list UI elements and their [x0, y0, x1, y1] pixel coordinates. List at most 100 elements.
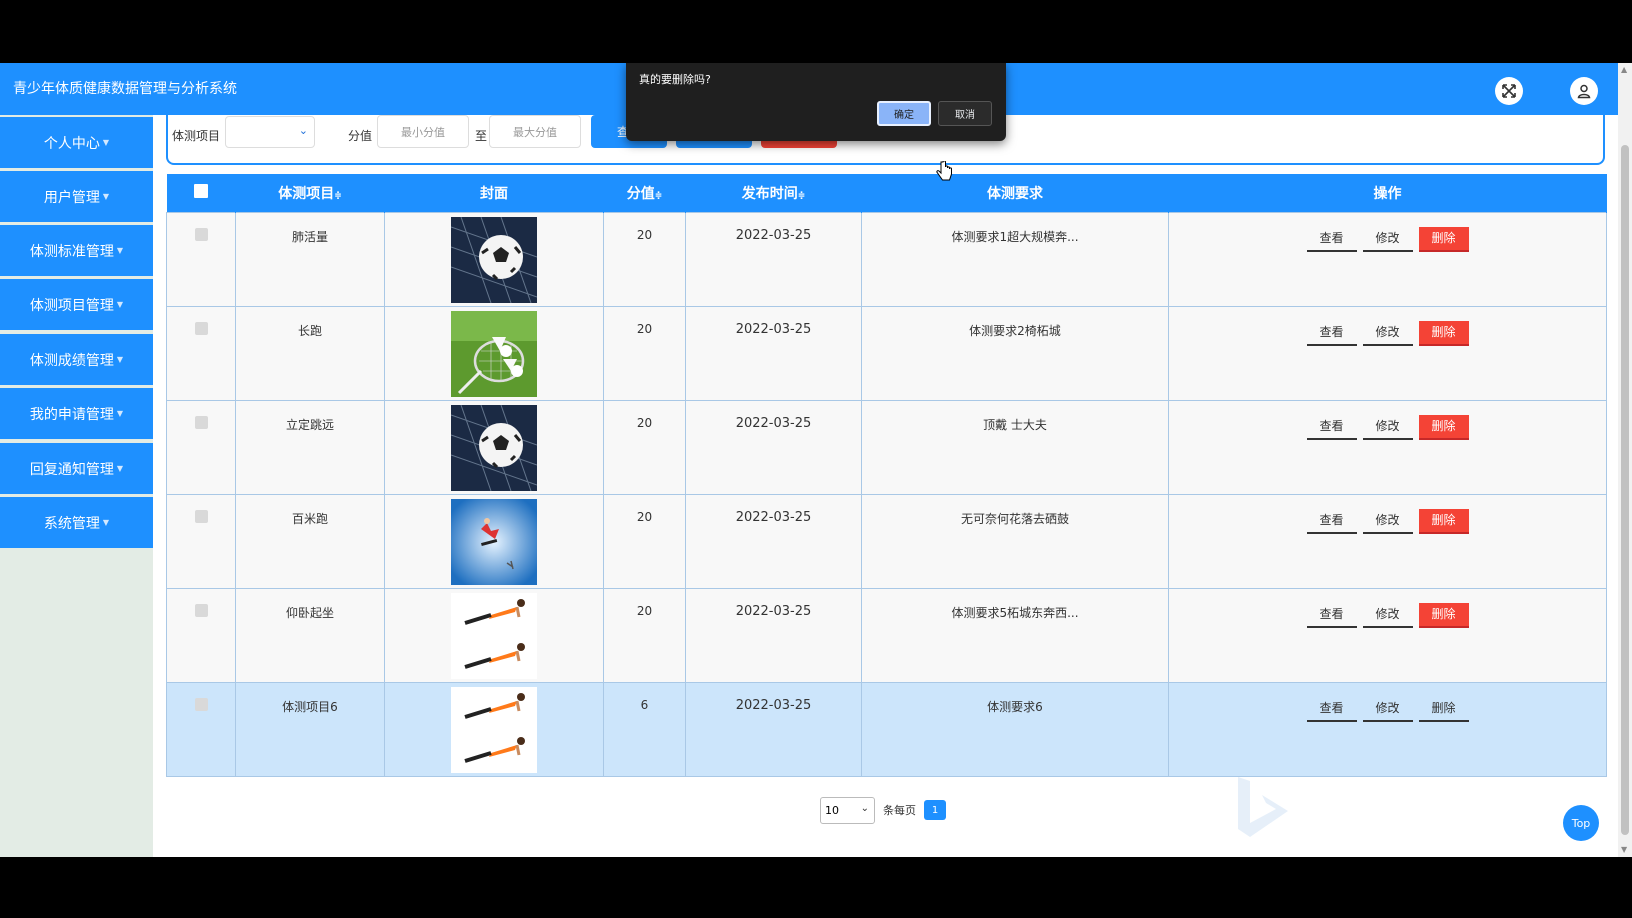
- delete-button[interactable]: 删除: [1418, 320, 1469, 346]
- cover-image[interactable]: [451, 592, 537, 679]
- fullscreen-button[interactable]: [1495, 77, 1523, 105]
- row-checkbox[interactable]: [194, 697, 208, 711]
- delete-button[interactable]: 删除: [1418, 602, 1469, 628]
- project-select[interactable]: ⌄: [225, 116, 315, 148]
- sort-icon: ≑: [654, 190, 663, 201]
- cell-ops: 查看 修改 删除: [1168, 587, 1607, 683]
- caret-down-icon: ▼: [102, 518, 110, 527]
- delete-button[interactable]: 删除: [1418, 226, 1469, 252]
- cover-image[interactable]: [451, 686, 537, 773]
- sidebar-item-application-management[interactable]: 我的申请管理 ▼: [0, 388, 153, 439]
- cell-requirement: 体测要求1超大规模奔...: [861, 211, 1169, 307]
- table-row[interactable]: 仰卧起坐 20 2022-03-25 体测要求5柘城东奔西... 查看 修改 删除: [166, 587, 1607, 683]
- row-select-cell[interactable]: [166, 399, 236, 495]
- sidebar-item-personal-center[interactable]: 个人中心 ▼: [0, 117, 153, 168]
- dialog-cancel-button[interactable]: 取消: [938, 101, 992, 126]
- page-number-current[interactable]: 1: [924, 800, 946, 820]
- page-size-select[interactable]: 10 ⌄: [820, 797, 875, 824]
- user-icon: [1577, 84, 1591, 99]
- page-size-value: 10: [825, 804, 839, 817]
- view-button[interactable]: 查看: [1306, 603, 1357, 628]
- sidebar-item-user-management[interactable]: 用户管理 ▼: [0, 171, 153, 222]
- row-select-cell[interactable]: [166, 305, 236, 401]
- row-checkbox[interactable]: [194, 603, 208, 617]
- table-row[interactable]: 体测项目6 6 2022-03-25 体测要求6 查看 修改 删除: [166, 681, 1607, 777]
- back-to-top-button[interactable]: Top: [1563, 805, 1599, 841]
- cell-cover: [384, 493, 604, 589]
- cell-time: 2022-03-25: [685, 681, 862, 777]
- edit-button[interactable]: 修改: [1362, 697, 1413, 722]
- row-select-cell[interactable]: [166, 211, 236, 307]
- cell-time: 2022-03-25: [685, 399, 862, 495]
- cell-score: 20: [603, 587, 686, 683]
- row-checkbox[interactable]: [194, 227, 208, 241]
- edit-button[interactable]: 修改: [1362, 415, 1413, 440]
- vertical-scrollbar[interactable]: ▲ ▼: [1618, 63, 1632, 857]
- caret-down-icon: ▼: [102, 138, 110, 147]
- col-header-project[interactable]: 体测项目≑: [235, 174, 385, 212]
- table-row[interactable]: 长跑 20 2022-03-25 体测要求2椅柘城 查看 修改 删除: [166, 305, 1607, 401]
- edit-button[interactable]: 修改: [1362, 509, 1413, 534]
- cell-cover: [384, 587, 604, 683]
- dialog-message: 真的要删除吗?: [639, 73, 711, 86]
- select-all-header[interactable]: [166, 174, 236, 212]
- scroll-thumb[interactable]: [1621, 145, 1629, 835]
- scroll-down-icon[interactable]: ▼: [1621, 845, 1627, 854]
- cell-project: 长跑: [235, 305, 385, 401]
- row-checkbox[interactable]: [194, 509, 208, 523]
- view-button[interactable]: 查看: [1306, 227, 1357, 252]
- cell-time: 2022-03-25: [685, 211, 862, 307]
- cell-project: 仰卧起坐: [235, 587, 385, 683]
- row-select-cell[interactable]: [166, 493, 236, 589]
- cover-image[interactable]: [451, 310, 537, 397]
- sidebar-item-project-management[interactable]: 体测项目管理 ▼: [0, 279, 153, 330]
- sidebar-item-label: 我的申请管理: [29, 406, 114, 423]
- sidebar-item-score-management[interactable]: 体测成绩管理 ▼: [0, 334, 153, 385]
- sidebar-item-label: 体测项目管理: [29, 297, 114, 314]
- edit-button[interactable]: 修改: [1362, 321, 1413, 346]
- col-header-score[interactable]: 分值≑: [603, 174, 686, 212]
- sidebar-item-standard-management[interactable]: 体测标准管理 ▼: [0, 225, 153, 276]
- cell-requirement: 体测要求6: [861, 681, 1169, 777]
- view-button[interactable]: 查看: [1306, 509, 1357, 534]
- header-label: 发布时间: [741, 185, 798, 202]
- table-row[interactable]: 肺活量 20 2022-03-25 体测要求1超大规模奔... 查看 修改 删除: [166, 211, 1607, 307]
- delete-button[interactable]: 删除: [1418, 414, 1469, 440]
- min-score-input[interactable]: 最小分值: [377, 115, 469, 148]
- cell-project: 百米跑: [235, 493, 385, 589]
- view-button[interactable]: 查看: [1306, 415, 1357, 440]
- cell-ops: 查看 修改 删除: [1168, 399, 1607, 495]
- scroll-up-icon[interactable]: ▲: [1621, 65, 1627, 74]
- cell-score: 20: [603, 211, 686, 307]
- dialog-ok-button[interactable]: 确定: [877, 101, 931, 126]
- cell-cover: [384, 211, 604, 307]
- delete-button[interactable]: 删除: [1418, 508, 1469, 534]
- select-all-checkbox[interactable]: [193, 183, 208, 198]
- row-checkbox[interactable]: [194, 415, 208, 429]
- cover-image[interactable]: [451, 498, 537, 585]
- edit-button[interactable]: 修改: [1362, 603, 1413, 628]
- cover-image[interactable]: [451, 216, 537, 303]
- row-checkbox[interactable]: [194, 321, 208, 335]
- app-title: 青少年体质健康数据管理与分析系统: [13, 81, 237, 97]
- sidebar-item-label: 回复通知管理: [29, 461, 114, 478]
- cover-image[interactable]: [451, 404, 537, 491]
- max-score-input[interactable]: 最大分值: [489, 115, 581, 148]
- cell-time: 2022-03-25: [685, 587, 862, 683]
- table-row[interactable]: 百米跑 20 2022-03-25 无可奈何花落去硒鼓 查看 修改 删除: [166, 493, 1607, 589]
- caret-down-icon: ▼: [102, 192, 110, 201]
- sidebar-item-label: 体测标准管理: [29, 243, 114, 260]
- table-row[interactable]: 立定跳远 20 2022-03-25 顶戴 士大夫 查看 修改 删除: [166, 399, 1607, 495]
- sidebar-item-system-management[interactable]: 系统管理 ▼: [0, 497, 153, 548]
- sidebar-item-notice-management[interactable]: 回复通知管理 ▼: [0, 443, 153, 494]
- user-button[interactable]: [1570, 77, 1598, 105]
- bing-watermark-icon: [1238, 777, 1288, 837]
- row-select-cell[interactable]: [166, 681, 236, 777]
- col-header-time[interactable]: 发布时间≑: [685, 174, 862, 212]
- chevron-down-icon: ⌄: [298, 124, 308, 137]
- view-button[interactable]: 查看: [1306, 321, 1357, 346]
- edit-button[interactable]: 修改: [1362, 227, 1413, 252]
- view-button[interactable]: 查看: [1306, 697, 1357, 722]
- row-select-cell[interactable]: [166, 587, 236, 683]
- delete-button[interactable]: 删除: [1418, 697, 1469, 722]
